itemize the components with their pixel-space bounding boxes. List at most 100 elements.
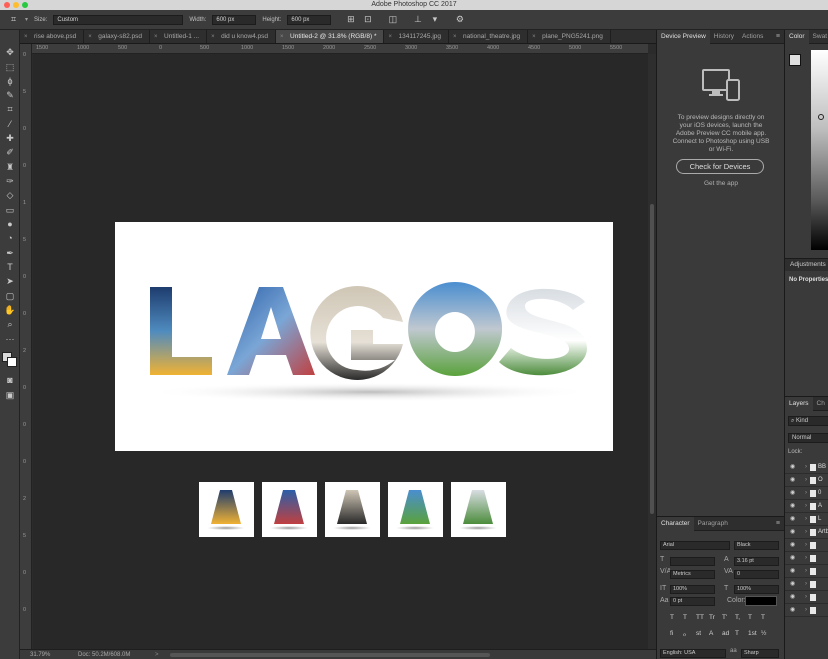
eye-icon[interactable]: ◉ <box>790 578 795 591</box>
dodge-tool-icon[interactable]: ◔ <box>3 232 17 244</box>
width-field[interactable]: 600 px <box>212 14 257 25</box>
chevron-right-icon[interactable]: › <box>805 500 807 513</box>
eye-icon[interactable]: ◉ <box>790 513 795 526</box>
eye-icon[interactable]: ◉ <box>790 552 795 565</box>
panel-tab[interactable]: History <box>710 30 738 44</box>
layer-icon[interactable]: ◫ <box>387 14 398 25</box>
opentype-button[interactable]: fi <box>670 630 673 637</box>
chevron-right-icon[interactable]: › <box>805 591 807 604</box>
text-style-button[interactable]: T <box>748 614 752 621</box>
panel-tab[interactable]: Ch <box>813 397 828 411</box>
close-icon[interactable]: × <box>453 30 457 43</box>
eye-icon[interactable]: ◉ <box>790 604 795 617</box>
color-fg-swatch[interactable] <box>789 54 801 66</box>
text-style-button[interactable]: T <box>683 614 687 621</box>
chevron-right-icon[interactable]: › <box>805 539 807 552</box>
close-icon[interactable]: × <box>532 30 536 43</box>
language-select[interactable]: English: USA <box>660 649 726 658</box>
panel-tab[interactable]: Color <box>785 30 809 44</box>
horizontal-scale-field[interactable]: 100% <box>734 585 779 594</box>
history-brush-tool-icon[interactable]: ✑ <box>3 175 17 187</box>
layer-row[interactable]: ◉ › <box>785 552 828 565</box>
font-family-select[interactable]: Arial <box>660 541 730 550</box>
layer-row[interactable]: ◉ › Artbo <box>785 526 828 539</box>
doc-tab[interactable]: × rise above.psd <box>20 30 85 43</box>
panel-tab[interactable]: Actions <box>738 30 767 44</box>
eye-icon[interactable]: ◉ <box>790 487 795 500</box>
doc-tab[interactable]: × plane_PNG5241.png <box>528 30 611 43</box>
hand-tool-icon[interactable]: ✋ <box>3 304 17 316</box>
crop-tool-icon[interactable]: ⌗ <box>8 14 19 25</box>
check-for-devices-button[interactable]: Check for Devices <box>676 159 764 174</box>
close-icon[interactable]: × <box>88 30 92 43</box>
move-tool-icon[interactable]: ✥ <box>3 46 17 58</box>
get-the-app-link[interactable]: Get the app <box>671 180 771 187</box>
tool-preset-chevron-icon[interactable]: ▾ <box>25 16 28 23</box>
chevron-right-icon[interactable]: › <box>805 513 807 526</box>
chevron-right-icon[interactable]: › <box>805 526 807 539</box>
opentype-button[interactable]: A <box>709 630 713 637</box>
layer-row[interactable]: ◉ › L <box>785 513 828 526</box>
vertical-scale-field[interactable]: 100% <box>670 585 715 594</box>
close-icon[interactable]: × <box>388 30 392 43</box>
zoom-level[interactable]: 31.79% <box>30 650 50 659</box>
chevron-right-icon[interactable]: › <box>805 474 807 487</box>
document-canvas[interactable] <box>115 222 613 451</box>
panel-tab[interactable]: Device Preview <box>657 30 710 44</box>
character-menu-icon[interactable]: ≡ <box>776 517 780 531</box>
shape-tool-icon[interactable]: ▢ <box>3 290 17 302</box>
opentype-button[interactable]: ad <box>722 630 729 637</box>
distribute-icon[interactable]: ⊥ <box>412 14 423 25</box>
layer-row[interactable]: ◉ › BB <box>785 461 828 474</box>
pen-tool-icon[interactable]: ✒ <box>3 247 17 259</box>
scroll-thumb[interactable] <box>650 204 654 514</box>
eye-icon[interactable]: ◉ <box>790 526 795 539</box>
chevron-right-icon[interactable]: › <box>805 578 807 591</box>
eye-icon[interactable]: ◉ <box>790 539 795 552</box>
chevron-right-icon[interactable]: › <box>805 552 807 565</box>
letter-thumbnail[interactable] <box>451 482 506 537</box>
panel-tab[interactable]: Layers <box>785 397 813 411</box>
doc-tab[interactable]: × galaxy-s82.psd <box>84 30 151 43</box>
healing-tool-icon[interactable]: ✚ <box>3 132 17 144</box>
eye-icon[interactable]: ◉ <box>790 591 795 604</box>
layer-row[interactable]: ◉ › O <box>785 474 828 487</box>
text-style-button[interactable]: T' <box>722 614 727 621</box>
background-color-swatch[interactable] <box>7 357 17 367</box>
align-icon[interactable]: ⊞ <box>345 14 356 25</box>
chevron-right-icon[interactable]: › <box>805 565 807 578</box>
blur-tool-icon[interactable]: ● <box>3 218 17 230</box>
panel-tab[interactable]: Paragraph <box>694 517 732 531</box>
horizontal-scrollbar[interactable] <box>170 653 490 657</box>
crop-tool-icon[interactable]: ⌗ <box>3 103 17 115</box>
kerning-field[interactable]: Metrics <box>670 570 715 579</box>
baseline-shift-field[interactable]: 0 pt <box>670 597 715 606</box>
height-field[interactable]: 600 px <box>287 14 332 25</box>
zoom-tool-icon[interactable]: ⌕ <box>3 318 17 330</box>
text-color-swatch[interactable] <box>745 596 777 606</box>
clone-stamp-tool-icon[interactable]: ♜ <box>3 161 17 173</box>
transform-icon[interactable]: ⊡ <box>362 14 373 25</box>
opentype-button[interactable]: T <box>735 630 739 637</box>
opentype-button[interactable]: ½ <box>761 630 766 637</box>
letter-thumbnail[interactable] <box>325 482 380 537</box>
quick-select-tool-icon[interactable]: ✎ <box>3 89 17 101</box>
doc-tab[interactable]: × Untitled-2 @ 31.8% (RGB/8) * <box>276 30 385 43</box>
eyedropper-tool-icon[interactable]: ⁄ <box>3 118 17 130</box>
gradient-tool-icon[interactable]: ▭ <box>3 204 17 216</box>
tracking-field[interactable]: 0 <box>734 570 779 579</box>
close-icon[interactable]: × <box>280 30 284 43</box>
opentype-button[interactable]: st <box>696 630 701 637</box>
leading-field[interactable]: 3.16 pt <box>734 557 779 566</box>
color-spectrum[interactable] <box>811 50 828 250</box>
eraser-tool-icon[interactable]: ◇ <box>3 189 17 201</box>
layer-row[interactable]: ◉ › <box>785 591 828 604</box>
chevron-right-icon[interactable]: › <box>805 604 807 617</box>
status-arrow-icon[interactable]: > <box>155 650 159 659</box>
more-tools-icon[interactable]: ··· <box>3 333 17 345</box>
layer-row[interactable]: ◉ › <box>785 539 828 552</box>
close-window-icon[interactable] <box>4 2 10 8</box>
close-icon[interactable]: × <box>24 30 28 43</box>
doc-tab[interactable]: × 134117245.jpg <box>384 30 450 43</box>
text-style-button[interactable]: T <box>670 614 674 621</box>
